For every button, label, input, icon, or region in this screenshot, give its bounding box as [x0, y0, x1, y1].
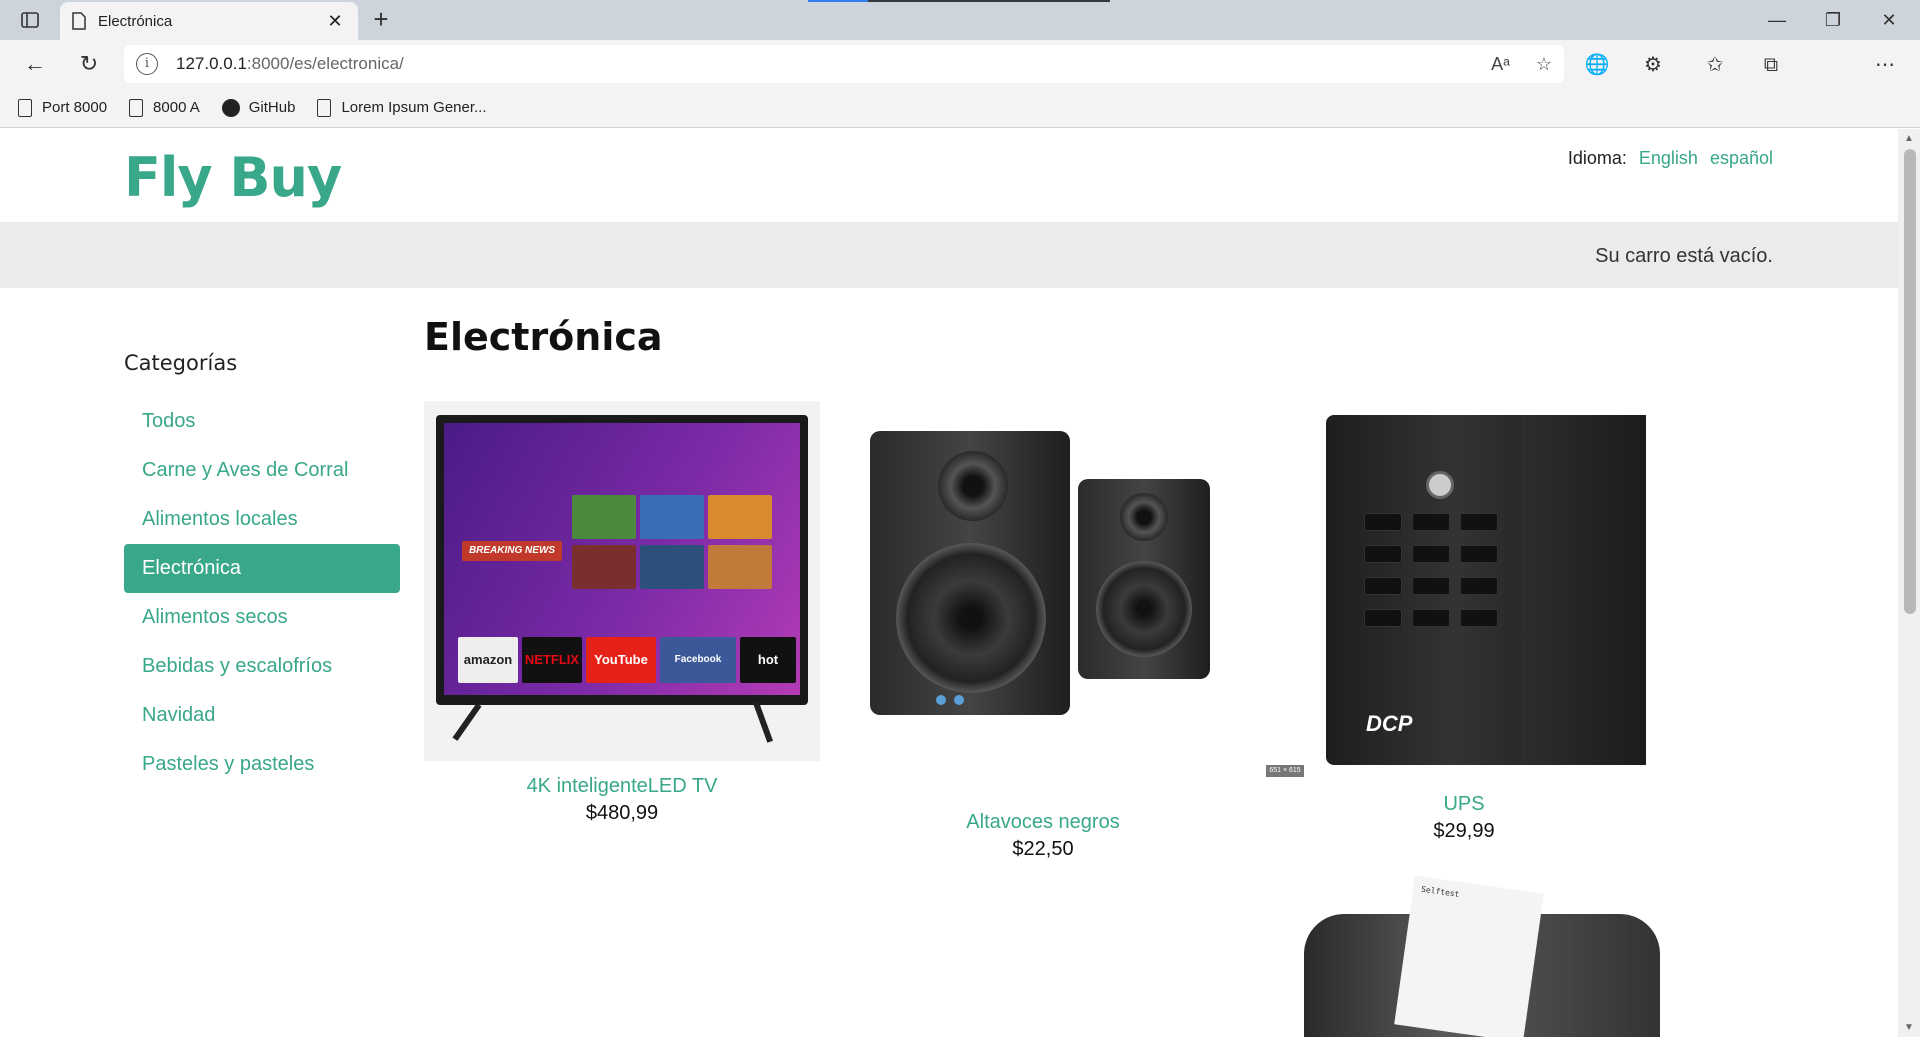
category-todos[interactable]: Todos	[124, 397, 400, 446]
bookmark-lorem-ipsum[interactable]: Lorem Ipsum Gener...	[317, 98, 487, 117]
tab-actions-icon	[21, 12, 39, 28]
printer-receipt: Selftest	[1394, 875, 1544, 1037]
category-list: Todos Carne y Aves de Corral Alimentos l…	[124, 397, 400, 789]
browser-toolbar: ← ↻ i 127.0.0.1:8000/es/electronica/ A͏ᵃ…	[0, 40, 1920, 116]
categories-heading: Categorías	[124, 351, 238, 375]
reload-button[interactable]: ↻	[72, 48, 106, 80]
browser-titlebar: Electrónica ✕ + — ❐ ✕	[0, 0, 1920, 40]
close-window-button[interactable]: ✕	[1864, 4, 1914, 36]
tv-app-netflix: NETFLIX	[522, 637, 582, 683]
github-icon	[221, 98, 240, 117]
url-text[interactable]: 127.0.0.1:8000/es/electronica/	[176, 54, 404, 74]
product-price: $480,99	[585, 802, 659, 824]
extension-globe-icon[interactable]: 🌐	[1582, 50, 1612, 80]
tv-app-amazon: amazon prime	[458, 637, 518, 683]
bookmark-port-8000[interactable]: Port 8000	[18, 98, 107, 117]
product-name[interactable]: UPS	[1266, 793, 1662, 816]
product-price: $29,99	[1433, 820, 1495, 842]
tab-actions-button[interactable]	[14, 8, 46, 32]
category-alimentos-secos[interactable]: Alimentos secos	[124, 593, 400, 642]
extensions-icon[interactable]: ⚙	[1638, 50, 1668, 80]
address-bar[interactable]: i 127.0.0.1:8000/es/electronica/ A͏ᵃ ☆	[124, 45, 1564, 83]
favorite-star-icon[interactable]: ☆	[1536, 54, 1552, 75]
language-selector: Idioma: English español	[1568, 148, 1773, 169]
favorites-icon[interactable]: ✩	[1700, 50, 1730, 80]
bookmark-github[interactable]: GitHub	[221, 98, 295, 117]
page-scrollbar[interactable]: ▲ ▼	[1898, 129, 1920, 1037]
image-size-tag: 651 × 615	[1266, 765, 1304, 777]
language-label: Idioma:	[1567, 148, 1627, 168]
scrollbar-thumb[interactable]	[1904, 149, 1916, 614]
product-name[interactable]: 4K inteligenteLED TV	[424, 775, 820, 798]
bookmark-8000-a[interactable]: 8000 A	[129, 98, 200, 117]
tab-title: Electrónica	[98, 12, 173, 30]
language-spanish-link[interactable]: español	[1710, 148, 1773, 169]
language-english-link[interactable]: English	[1639, 148, 1698, 169]
cart-status: Su carro está vacío.	[1595, 245, 1773, 267]
category-bebidas[interactable]: Bebidas y escalofríos	[124, 642, 400, 691]
product-image-tv[interactable]: BREAKING NEWS amazon prime NETFLIX YouTu…	[424, 401, 820, 761]
category-navidad[interactable]: Navidad	[124, 691, 400, 740]
category-carne-aves[interactable]: Carne y Aves de Corral	[124, 446, 400, 495]
page-icon	[129, 98, 144, 117]
tv-app-facebook: Facebook	[660, 637, 736, 683]
scroll-up-icon[interactable]: ▲	[1904, 133, 1914, 144]
page-icon	[18, 98, 32, 117]
tv-app-youtube: YouTube	[586, 637, 656, 683]
product-price: $22,50	[1012, 838, 1074, 860]
scroll-down-icon[interactable]: ▼	[1904, 1022, 1914, 1033]
more-menu-icon[interactable]: ⋯	[1870, 50, 1900, 80]
bookmarks-bar: Port 8000 8000 A GitHub Lorem Ipsum Gene…	[0, 88, 1920, 128]
page-icon	[317, 98, 332, 117]
category-alimentos-locales[interactable]: Alimentos locales	[124, 495, 400, 544]
product-image-printer[interactable]: Selftest	[1304, 875, 1660, 1037]
product-image-speakers[interactable]	[856, 401, 1230, 797]
site-info-icon[interactable]: i	[136, 53, 158, 75]
product-name[interactable]: Altavoces negros	[856, 811, 1230, 834]
product-card[interactable]: DCP UPS $29,99	[1266, 401, 1662, 843]
collections-icon[interactable]: ⧉	[1756, 50, 1786, 80]
page-title: Electrónica	[424, 315, 663, 359]
tv-app-hot: hot	[740, 637, 796, 683]
browser-tab[interactable]: Electrónica ✕	[60, 2, 358, 40]
ups-brand-logo: DCP	[1366, 711, 1413, 736]
restore-button[interactable]: ❐	[1808, 4, 1858, 36]
tv-banner: BREAKING NEWS	[462, 541, 562, 561]
cart-bar: Su carro está vacío.	[0, 222, 1898, 288]
back-button[interactable]: ←	[18, 48, 52, 80]
page-viewport: Fly Buy Idioma: English español Su carro…	[0, 129, 1898, 1037]
product-image-ups[interactable]: DCP	[1266, 401, 1662, 779]
close-tab-icon[interactable]: ✕	[324, 11, 346, 32]
read-aloud-icon[interactable]: A͏ᵃ	[1491, 54, 1510, 75]
page-icon	[72, 12, 86, 30]
new-tab-button[interactable]: +	[366, 5, 396, 35]
product-card[interactable]: BREAKING NEWS amazon prime NETFLIX YouTu…	[424, 401, 820, 825]
site-logo[interactable]: Fly Buy	[124, 146, 342, 209]
category-pasteles[interactable]: Pasteles y pasteles	[124, 740, 400, 789]
category-electronica[interactable]: Electrónica	[124, 544, 400, 593]
loading-indicator	[808, 0, 1110, 2]
minimize-button[interactable]: —	[1752, 4, 1802, 36]
product-card[interactable]: Altavoces negros $22,50	[856, 401, 1230, 861]
